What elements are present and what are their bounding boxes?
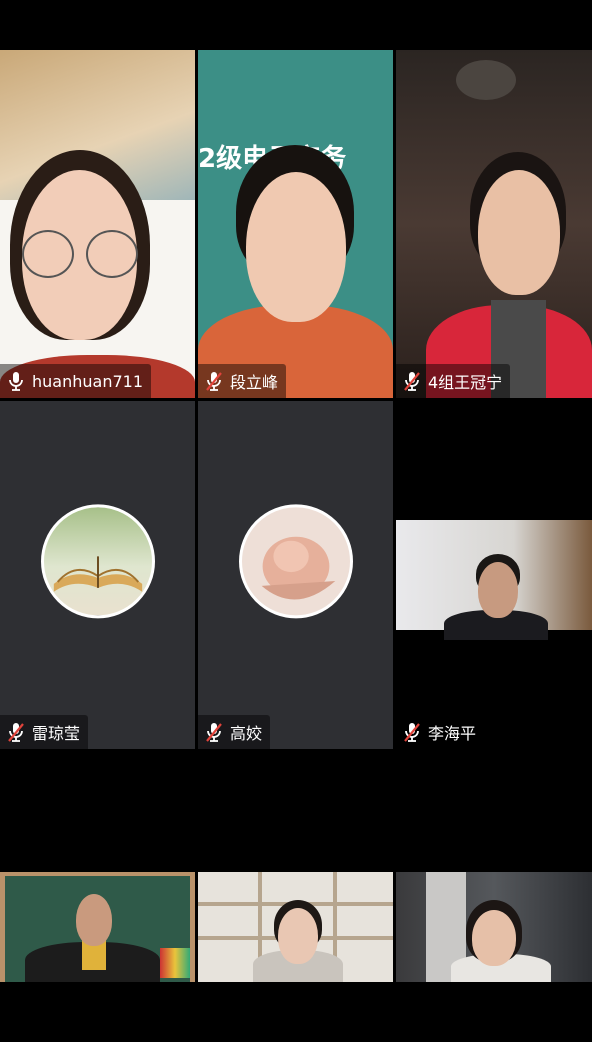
- participant-label-2: 段立峰: [198, 364, 287, 398]
- participant-tile-5[interactable]: 高姣: [198, 401, 393, 749]
- open-book-icon: [53, 556, 142, 592]
- book-avatar: [40, 504, 155, 619]
- participant-video-2: 2级电子商务: [198, 50, 393, 398]
- participant-label-1: huanhuan711: [0, 364, 151, 398]
- hand-icon: [261, 536, 335, 600]
- mic-muted-icon[interactable]: [6, 721, 26, 743]
- participant-name: 4组王冠宁: [428, 373, 503, 392]
- mic-muted-icon[interactable]: [402, 370, 422, 392]
- participant-tile-7[interactable]: [0, 872, 195, 982]
- mic-muted-icon[interactable]: [402, 721, 422, 743]
- participant-label-4: 雷琼莹: [0, 715, 89, 749]
- mic-on-icon[interactable]: [6, 370, 26, 392]
- participant-tile-6[interactable]: 李海平: [396, 401, 592, 749]
- participant-video-6: [396, 520, 592, 640]
- participant-tile-9[interactable]: [396, 872, 592, 982]
- mic-muted-icon[interactable]: [204, 370, 224, 392]
- participant-video-7: [0, 872, 195, 982]
- participant-video-1: [0, 50, 195, 398]
- participant-name: 高姣: [230, 724, 263, 743]
- participant-video-3: [396, 50, 592, 398]
- mic-muted-icon[interactable]: [204, 721, 224, 743]
- participant-name: huanhuan711: [32, 371, 143, 391]
- participant-label-3: 4组王冠宁: [396, 364, 511, 398]
- participant-tile-8[interactable]: [198, 872, 393, 982]
- participant-video-9: [396, 872, 592, 982]
- participant-tile-2[interactable]: 2级电子商务 段立峰: [198, 50, 393, 398]
- participant-name: 段立峰: [230, 373, 279, 392]
- participant-tile-1[interactable]: huanhuan711: [0, 50, 195, 398]
- baby-hand-avatar: [238, 504, 353, 619]
- participant-name: 李海平: [428, 724, 477, 743]
- participant-tile-3[interactable]: 4组王冠宁: [396, 50, 592, 398]
- participant-label-6: 李海平: [396, 715, 485, 749]
- participant-name: 雷琼莹: [32, 724, 81, 743]
- participant-video-8: [198, 872, 393, 982]
- participant-tile-4[interactable]: 雷琼莹: [0, 401, 195, 749]
- participant-label-5: 高姣: [198, 715, 271, 749]
